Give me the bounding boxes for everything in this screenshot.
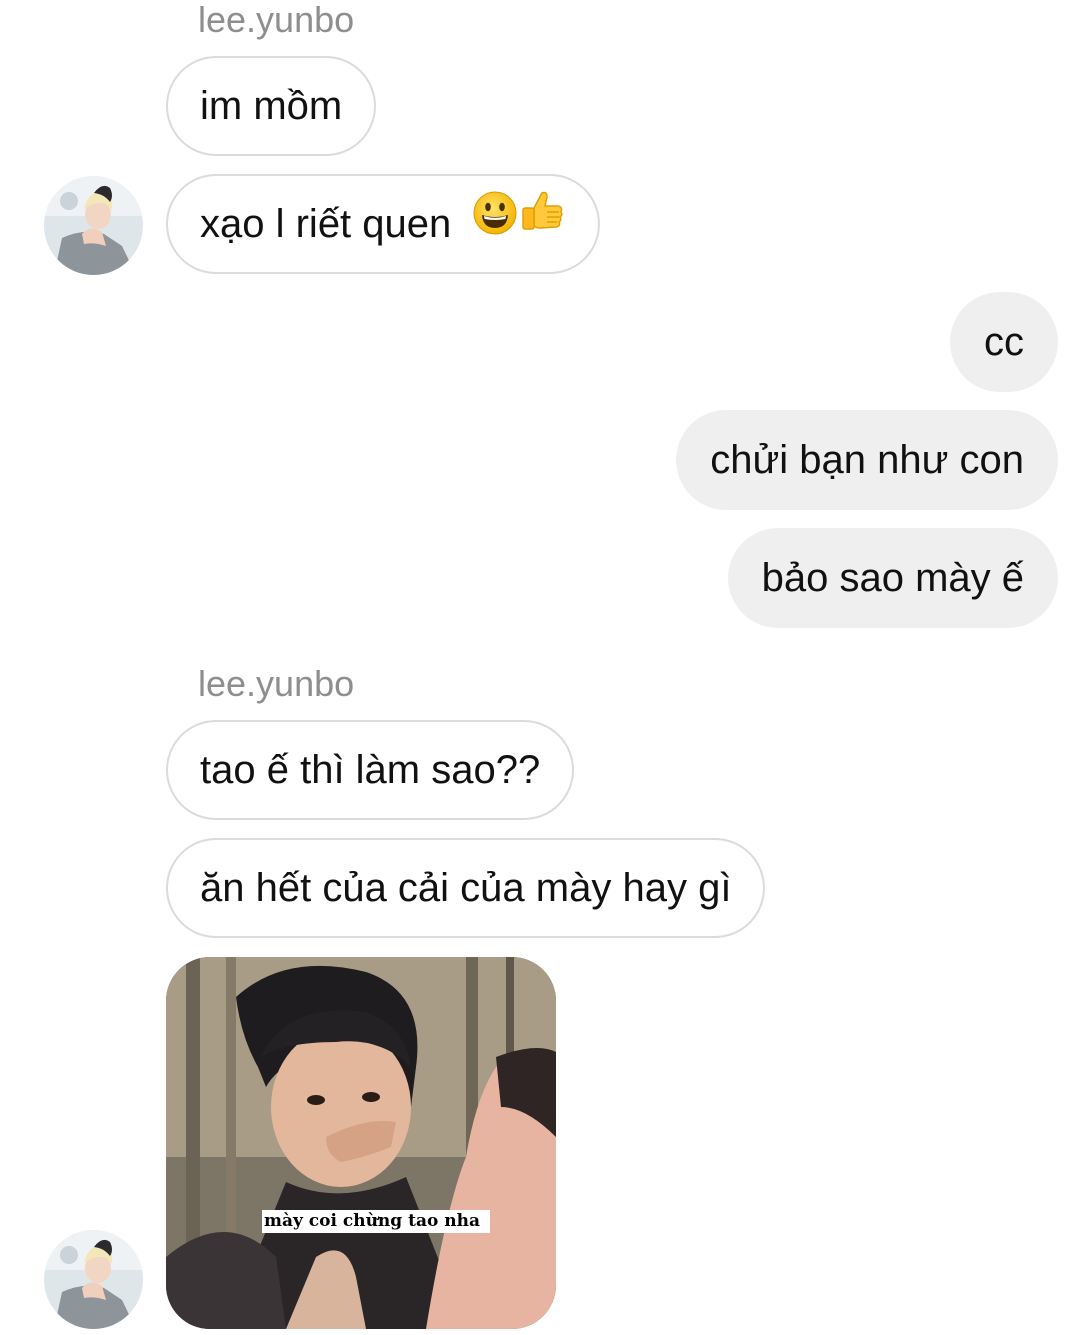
message-text: im mồm (200, 84, 343, 128)
sender-name[interactable]: lee.yunbo (198, 666, 354, 702)
avatar[interactable] (44, 176, 143, 275)
message-bubble-incoming[interactable]: xạo l riết quen (166, 174, 601, 274)
message-bubble-incoming[interactable]: ăn hết của cải của mày hay gì (166, 838, 766, 938)
meme-caption: mày coi chừng tao nha (262, 1210, 490, 1233)
message-text: tao ế thì làm sao?? (200, 748, 541, 792)
message-bubble-outgoing[interactable]: cc (950, 292, 1058, 392)
thumbs-up-icon (518, 175, 566, 271)
message-bubble-outgoing[interactable]: chửi bạn như con (676, 410, 1058, 510)
message-bubble-incoming[interactable]: tao ế thì làm sao?? (166, 720, 575, 820)
message-text: xạo l riết quen (200, 202, 452, 246)
message-text: bảo sao mày ế (761, 556, 1024, 600)
meme-photo (166, 957, 556, 1329)
message-text: cc (984, 320, 1024, 364)
meme-image[interactable]: mày coi chừng tao nha (166, 957, 556, 1329)
message-text: chửi bạn như con (710, 438, 1024, 482)
message-text: ăn hết của cải của mày hay gì (200, 866, 732, 910)
message-bubble-outgoing[interactable]: bảo sao mày ế (727, 528, 1058, 628)
sender-name[interactable]: lee.yunbo (198, 2, 354, 38)
message-bubble-incoming[interactable]: im mồm (166, 56, 377, 156)
grinning-face-icon (472, 175, 518, 271)
avatar[interactable] (44, 1230, 143, 1329)
